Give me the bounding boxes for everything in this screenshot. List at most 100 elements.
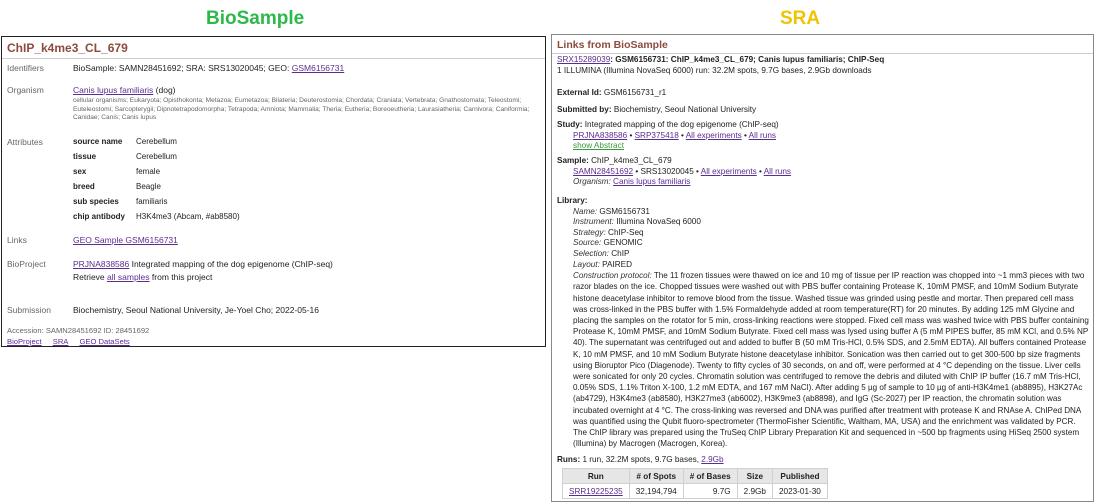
run-summary: 1 ILLUMINA (Illumina NovaSeq 6000) run: …	[557, 65, 872, 75]
sample-all-runs-link[interactable]: All runs	[764, 167, 791, 176]
attribute-row: sub species familiaris	[73, 194, 240, 209]
library-field: Instrument: Illumina NovaSeq 6000	[573, 217, 1089, 228]
bioproject-value: PRJNA838586 Integrated mapping of the do…	[73, 259, 540, 282]
organism-common: (dog)	[153, 85, 176, 95]
organism-label: Organism	[7, 85, 44, 95]
srx-block: SRX15289039: GSM6156731: ChIP_k4me3_CL_6…	[557, 55, 1089, 76]
run-accession-link[interactable]: SRR19225235	[569, 487, 623, 496]
sample-block: Sample: ChIP_k4me3_CL_679 SAMN28451692 •…	[557, 156, 792, 187]
runs-table-header[interactable]: # of Spots	[628, 468, 684, 484]
sample-label: Sample:	[557, 156, 589, 165]
study-value: Integrated mapping of the dog epigenome …	[582, 120, 779, 129]
bioproject-text: Integrated mapping of the dog epigenome …	[129, 259, 333, 269]
attributes-label: Attributes	[7, 137, 43, 147]
geo-sample-link[interactable]: GEO Sample GSM6156731	[73, 235, 178, 245]
organism-link[interactable]: Canis lupus familiaris	[73, 85, 153, 95]
library-field-key: Selection:	[573, 248, 609, 258]
biosample-panel: ChIP_k4me3_CL_679 Identifiers BioSample:…	[1, 36, 546, 347]
bioproject-row: BioProject PRJNA838586 Integrated mappin…	[7, 259, 540, 283]
sra-header: Links from BioSample	[552, 35, 1093, 54]
study-all-experiments-link[interactable]: All experiments	[686, 131, 742, 140]
links-value: GEO Sample GSM6156731	[73, 235, 540, 245]
external-id-row: External Id: GSM6156731_r1	[557, 88, 1089, 99]
identifiers-value: BioSample: SAMN28451692; SRA: SRS1302004…	[73, 63, 540, 73]
sra-panel: Links from BioSample SRX15289039: GSM615…	[551, 34, 1094, 502]
protocol-text: The 11 frozen tissues were thawed on ice…	[573, 271, 1089, 449]
geo-link[interactable]: GSM6156731	[292, 63, 344, 73]
external-id-label: External Id:	[557, 88, 602, 97]
sra-section-title: SRA	[780, 8, 821, 29]
attribute-key: breed	[73, 182, 95, 191]
attribute-row: tissue Cerebellum	[73, 149, 240, 164]
submission-label: Submission	[7, 305, 51, 315]
biosample-section-title: BioSample	[206, 8, 305, 29]
organism-value: Canis lupus familiaris (dog) cellular or…	[73, 85, 540, 123]
library-field: Layout: PAIRED	[573, 260, 1089, 271]
library-field-value: PAIRED	[599, 259, 633, 269]
show-abstract-link[interactable]: show Abstract	[573, 141, 624, 150]
runs-row: Runs: 1 run, 32.2M spots, 9.7G bases, 2.…	[557, 455, 1089, 466]
library-field-value: ChIP-Seq	[605, 227, 644, 237]
runs-table-row: SRR19225235 32,194,794 9.7G 2.9Gb 2023-01-30	[562, 483, 828, 499]
attribute-value: Cerebellum	[136, 152, 177, 161]
library-field-key: Name:	[573, 206, 598, 216]
construction-protocol: Construction protocol: The 11 frozen tis…	[557, 270, 1089, 449]
runs-table-cell: 9.7G	[682, 483, 738, 499]
library-field-key: Strategy:	[573, 227, 606, 237]
footer-geo-datasets-link[interactable]: GEO DataSets	[80, 337, 130, 346]
study-label: Study:	[557, 120, 583, 129]
runs-table: Run # of Spots # of Bases Size Published SRR…	[562, 468, 828, 499]
identifiers-label: Identifiers	[7, 63, 44, 73]
library-label: Library:	[557, 196, 588, 205]
runs-table-header[interactable]: # of Bases	[682, 468, 738, 484]
runs-table-header[interactable]: Published	[771, 468, 828, 484]
runs-table-cell: 2.9Gb	[736, 483, 773, 499]
attribute-value: H3K4me3 (Abcam, #ab8580)	[136, 212, 240, 221]
study-srp-link[interactable]: SRP375418	[635, 131, 679, 140]
study-all-runs-link[interactable]: All runs	[749, 131, 776, 140]
biosample-header: ChIP_k4me3_CL_679	[2, 37, 545, 59]
run-accession-cell[interactable]: SRR19225235	[562, 483, 630, 499]
attribute-row: breed Beagle	[73, 179, 240, 194]
attribute-row: source name Cerebellum	[73, 134, 240, 149]
footer-bioproject-link[interactable]: BioProject	[7, 337, 42, 346]
runs-table-cell: 32,194,794	[628, 483, 684, 499]
attributes-table: source name Cerebellum tissue Cerebellum sex…	[73, 134, 240, 224]
runs-text: 1 run, 32.2M spots, 9.7G bases,	[580, 455, 702, 464]
study-bioproject-link[interactable]: PRJNA838586	[573, 131, 627, 140]
runs-size-link[interactable]: 2.9Gb	[701, 455, 723, 464]
bioproject-link[interactable]: PRJNA838586	[73, 259, 129, 269]
sample-all-experiments-link[interactable]: All experiments	[701, 167, 757, 176]
sample-value: ChIP_k4me3_CL_679	[588, 156, 672, 165]
study-links: PRJNA838586 • SRP375418 • All experiment…	[573, 130, 776, 140]
footer-sra-link[interactable]: SRA	[53, 337, 69, 346]
attribute-key: sub species	[73, 197, 119, 206]
sample-biosample-link[interactable]: SAMN28451692	[573, 167, 633, 176]
srx-link[interactable]: SRX15289039	[557, 55, 610, 64]
attribute-key: tissue	[73, 152, 97, 161]
runs-table-header[interactable]: Size	[736, 468, 773, 484]
links-label: Links	[7, 235, 27, 245]
organism-lineage: cellular organisms; Eukaryota; Opisthoko…	[73, 97, 530, 122]
library-field-value: GSM6156731	[597, 206, 650, 216]
biosample-footer-links: BioProject SRA GEO DataSets	[7, 337, 139, 346]
runs-label: Runs:	[557, 455, 581, 464]
retrieve-suffix: from this project	[149, 272, 213, 282]
attribute-value: familiaris	[136, 197, 168, 206]
sample-srs-text: • SRS13020045 •	[633, 166, 701, 176]
retrieve-prefix: Retrieve	[73, 272, 108, 282]
attribute-key: chip antibody	[73, 212, 125, 221]
runs-table-header[interactable]: Run	[562, 468, 630, 484]
protocol-label: Construction protocol:	[573, 271, 652, 281]
library-field-key: Source:	[573, 238, 602, 248]
accession-line: Accession: SAMN28451692 ID: 28451692	[7, 326, 150, 335]
submitted-value: Biochemistry, Seoul National University	[611, 105, 757, 114]
library-field-key: Instrument:	[573, 217, 614, 227]
runs-table-cell: 2023-01-30	[771, 483, 828, 499]
library-field: Name: GSM6156731	[573, 207, 1089, 218]
sample-organism-link[interactable]: Canis lupus familiaris	[613, 177, 690, 186]
library-block: Library: Name: GSM6156731 Instrument: Ill…	[557, 196, 1089, 449]
all-samples-link[interactable]: all samples	[107, 272, 150, 282]
bioproject-label: BioProject	[7, 259, 46, 269]
attribute-value: Cerebellum	[136, 137, 177, 146]
